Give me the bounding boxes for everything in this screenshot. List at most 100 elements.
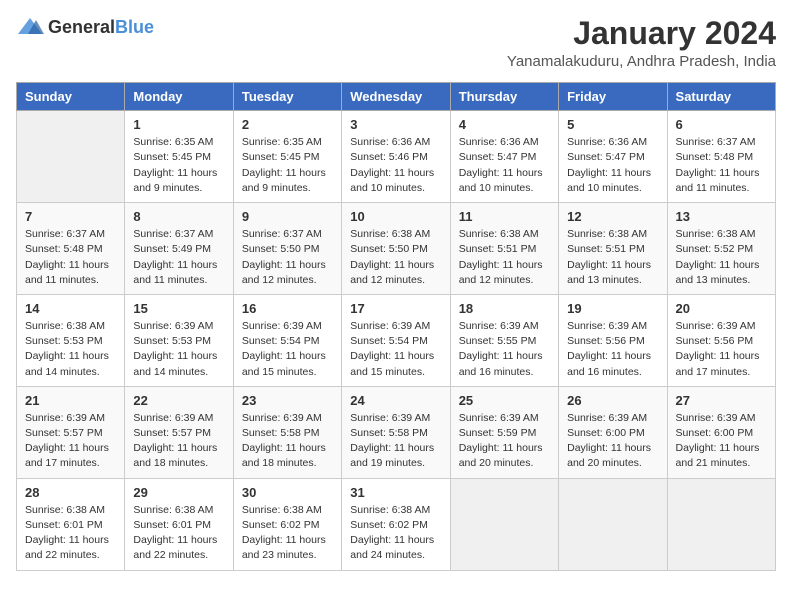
table-row: 29 Sunrise: 6:38 AMSunset: 6:01 PMDayligh… — [125, 478, 233, 570]
table-row: 17 Sunrise: 6:39 AMSunset: 5:54 PMDayligh… — [342, 294, 450, 386]
day-number: 22 — [133, 393, 224, 408]
day-number: 5 — [567, 117, 658, 132]
day-number: 9 — [242, 209, 333, 224]
day-info: Sunrise: 6:39 AMSunset: 5:56 PMDaylight:… — [676, 319, 767, 380]
header-thursday: Thursday — [450, 83, 558, 111]
header-friday: Friday — [559, 83, 667, 111]
header-sunday: Sunday — [17, 83, 125, 111]
header-monday: Monday — [125, 83, 233, 111]
day-info: Sunrise: 6:39 AMSunset: 6:00 PMDaylight:… — [567, 411, 658, 472]
table-row: 28 Sunrise: 6:38 AMSunset: 6:01 PMDayligh… — [17, 478, 125, 570]
day-info: Sunrise: 6:38 AMSunset: 5:51 PMDaylight:… — [459, 227, 550, 288]
day-number: 6 — [676, 117, 767, 132]
table-row — [559, 478, 667, 570]
day-info: Sunrise: 6:36 AMSunset: 5:47 PMDaylight:… — [459, 135, 550, 196]
day-info: Sunrise: 6:39 AMSunset: 5:58 PMDaylight:… — [350, 411, 441, 472]
table-row: 24 Sunrise: 6:39 AMSunset: 5:58 PMDayligh… — [342, 386, 450, 478]
day-number: 7 — [25, 209, 116, 224]
table-row: 12Sunrise: 6:38 AMSunset: 5:51 PMDayligh… — [559, 203, 667, 295]
table-row: 11Sunrise: 6:38 AMSunset: 5:51 PMDayligh… — [450, 203, 558, 295]
table-row: 15 Sunrise: 6:39 AMSunset: 5:53 PMDayligh… — [125, 294, 233, 386]
day-info: Sunrise: 6:36 AMSunset: 5:47 PMDaylight:… — [567, 135, 658, 196]
logo-icon — [16, 16, 44, 38]
table-row: 8Sunrise: 6:37 AMSunset: 5:49 PMDaylight… — [125, 203, 233, 295]
day-number: 1 — [133, 117, 224, 132]
table-row — [450, 478, 558, 570]
day-info: Sunrise: 6:38 AMSunset: 6:01 PMDaylight:… — [133, 503, 224, 564]
header-tuesday: Tuesday — [233, 83, 341, 111]
day-info: Sunrise: 6:38 AMSunset: 6:02 PMDaylight:… — [242, 503, 333, 564]
day-number: 15 — [133, 301, 224, 316]
day-number: 28 — [25, 485, 116, 500]
day-info: Sunrise: 6:39 AMSunset: 5:57 PMDaylight:… — [25, 411, 116, 472]
day-info: Sunrise: 6:39 AMSunset: 5:57 PMDaylight:… — [133, 411, 224, 472]
table-row: 10Sunrise: 6:38 AMSunset: 5:50 PMDayligh… — [342, 203, 450, 295]
table-row: 21 Sunrise: 6:39 AMSunset: 5:57 PMDayligh… — [17, 386, 125, 478]
table-row: 7Sunrise: 6:37 AMSunset: 5:48 PMDaylight… — [17, 203, 125, 295]
day-info: Sunrise: 6:39 AMSunset: 5:54 PMDaylight:… — [350, 319, 441, 380]
day-number: 24 — [350, 393, 441, 408]
table-row: 30 Sunrise: 6:38 AMSunset: 6:02 PMDayligh… — [233, 478, 341, 570]
calendar-week-row: 1 Sunrise: 6:35 AMSunset: 5:45 PMDaylight… — [17, 111, 776, 203]
day-number: 19 — [567, 301, 658, 316]
day-info: Sunrise: 6:39 AMSunset: 5:54 PMDaylight:… — [242, 319, 333, 380]
table-row: 20 Sunrise: 6:39 AMSunset: 5:56 PMDayligh… — [667, 294, 775, 386]
table-row: 25 Sunrise: 6:39 AMSunset: 5:59 PMDayligh… — [450, 386, 558, 478]
table-row: 4 Sunrise: 6:36 AMSunset: 5:47 PMDaylight… — [450, 111, 558, 203]
day-info: Sunrise: 6:35 AMSunset: 5:45 PMDaylight:… — [242, 135, 333, 196]
day-number: 4 — [459, 117, 550, 132]
calendar-table: Sunday Monday Tuesday Wednesday Thursday… — [16, 82, 776, 570]
table-row: 9 Sunrise: 6:37 AMSunset: 5:50 PMDaylight… — [233, 203, 341, 295]
table-row — [667, 478, 775, 570]
calendar-header-row: Sunday Monday Tuesday Wednesday Thursday… — [17, 83, 776, 111]
day-number: 23 — [242, 393, 333, 408]
day-info: Sunrise: 6:36 AMSunset: 5:46 PMDaylight:… — [350, 135, 441, 196]
table-row: 5 Sunrise: 6:36 AMSunset: 5:47 PMDaylight… — [559, 111, 667, 203]
day-number: 31 — [350, 485, 441, 500]
logo-general: General — [48, 17, 115, 37]
day-number: 26 — [567, 393, 658, 408]
day-info: Sunrise: 6:39 AMSunset: 5:53 PMDaylight:… — [133, 319, 224, 380]
day-number: 10 — [350, 209, 441, 224]
table-row: 13 Sunrise: 6:38 AMSunset: 5:52 PMDayligh… — [667, 203, 775, 295]
table-row: 27Sunrise: 6:39 AMSunset: 6:00 PMDayligh… — [667, 386, 775, 478]
day-info: Sunrise: 6:39 AMSunset: 6:00 PMDaylight:… — [676, 411, 767, 472]
table-row: 23Sunrise: 6:39 AMSunset: 5:58 PMDayligh… — [233, 386, 341, 478]
day-number: 25 — [459, 393, 550, 408]
table-row: 2 Sunrise: 6:35 AMSunset: 5:45 PMDaylight… — [233, 111, 341, 203]
day-number: 2 — [242, 117, 333, 132]
day-number: 17 — [350, 301, 441, 316]
day-number: 13 — [676, 209, 767, 224]
table-row: 16 Sunrise: 6:39 AMSunset: 5:54 PMDayligh… — [233, 294, 341, 386]
header-wednesday: Wednesday — [342, 83, 450, 111]
logo-blue: Blue — [115, 17, 154, 37]
day-info: Sunrise: 6:38 AMSunset: 6:02 PMDaylight:… — [350, 503, 441, 564]
day-info: Sunrise: 6:37 AMSunset: 5:48 PMDaylight:… — [676, 135, 767, 196]
day-number: 21 — [25, 393, 116, 408]
header-saturday: Saturday — [667, 83, 775, 111]
day-info: Sunrise: 6:38 AMSunset: 5:53 PMDaylight:… — [25, 319, 116, 380]
day-info: Sunrise: 6:38 AMSunset: 6:01 PMDaylight:… — [25, 503, 116, 564]
day-info: Sunrise: 6:35 AMSunset: 5:45 PMDaylight:… — [133, 135, 224, 196]
table-row — [17, 111, 125, 203]
day-info: Sunrise: 6:37 AMSunset: 5:50 PMDaylight:… — [242, 227, 333, 288]
table-row: 14 Sunrise: 6:38 AMSunset: 5:53 PMDayligh… — [17, 294, 125, 386]
day-number: 30 — [242, 485, 333, 500]
title-block: January 2024 Yanamalakuduru, Andhra Prad… — [507, 16, 776, 70]
day-info: Sunrise: 6:37 AMSunset: 5:49 PMDaylight:… — [133, 227, 224, 288]
day-info: Sunrise: 6:39 AMSunset: 5:59 PMDaylight:… — [459, 411, 550, 472]
page-title: January 2024 — [507, 16, 776, 51]
day-number: 14 — [25, 301, 116, 316]
day-number: 29 — [133, 485, 224, 500]
table-row: 19Sunrise: 6:39 AMSunset: 5:56 PMDayligh… — [559, 294, 667, 386]
day-number: 3 — [350, 117, 441, 132]
logo: GeneralBlue — [16, 16, 154, 38]
day-info: Sunrise: 6:38 AMSunset: 5:52 PMDaylight:… — [676, 227, 767, 288]
day-number: 20 — [676, 301, 767, 316]
day-info: Sunrise: 6:39 AMSunset: 5:55 PMDaylight:… — [459, 319, 550, 380]
calendar-week-row: 21 Sunrise: 6:39 AMSunset: 5:57 PMDayligh… — [17, 386, 776, 478]
table-row: 3 Sunrise: 6:36 AMSunset: 5:46 PMDaylight… — [342, 111, 450, 203]
calendar-week-row: 7Sunrise: 6:37 AMSunset: 5:48 PMDaylight… — [17, 203, 776, 295]
day-number: 16 — [242, 301, 333, 316]
table-row: 26 Sunrise: 6:39 AMSunset: 6:00 PMDayligh… — [559, 386, 667, 478]
